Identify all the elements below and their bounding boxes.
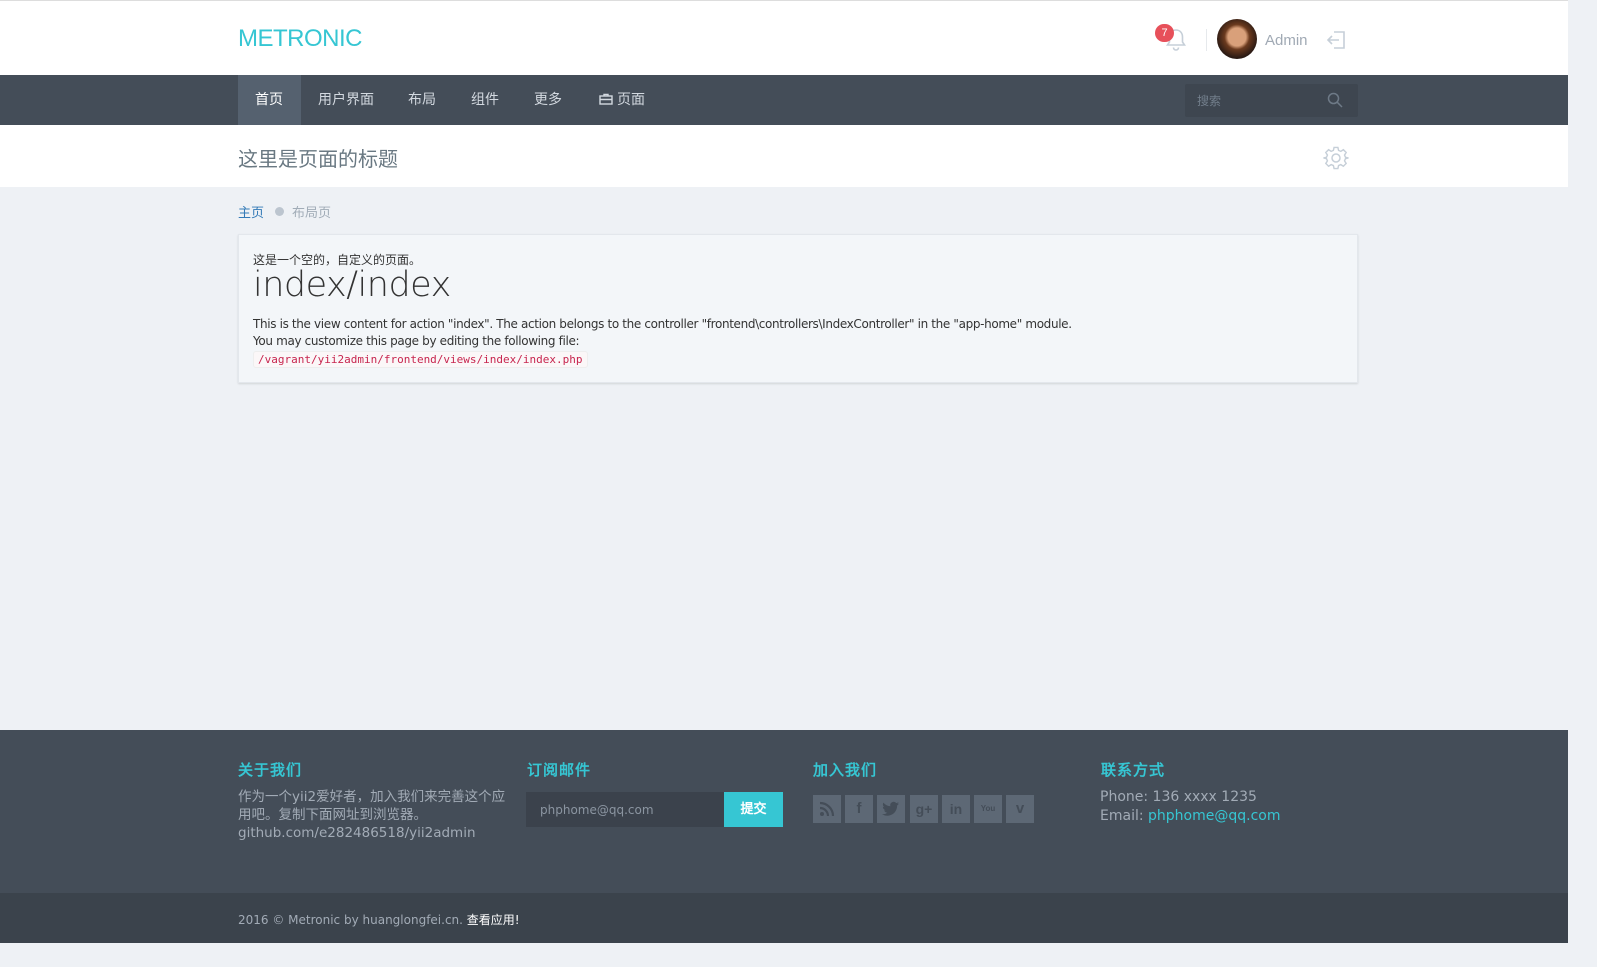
rss-icon[interactable] (813, 795, 841, 823)
nav-item-label: 用户界面 (318, 92, 374, 108)
youtube-icon[interactable]: You (974, 795, 1002, 823)
search-input[interactable] (1185, 84, 1339, 117)
logo[interactable]: METRONIC (238, 25, 363, 53)
gear-icon[interactable] (1323, 145, 1349, 171)
breadcrumb-current: 布局页 (292, 206, 332, 221)
breadcrumb-home[interactable]: 主页 (238, 206, 264, 221)
copyright-bar: 2016 © Metronic by huanglongfei.cn. 查看应用… (0, 893, 1568, 943)
file-path: /vagrant/yii2admin/frontend/views/index/… (253, 351, 588, 368)
page-head: 这里是页面的标题 (0, 125, 1568, 187)
nav-item-home[interactable]: 首页 (238, 75, 301, 125)
user-name[interactable]: Admin (1265, 32, 1308, 49)
facebook-icon[interactable]: f (845, 795, 873, 823)
nav-item-components[interactable]: 组件 (454, 75, 516, 125)
footer-subscribe-title: 订阅邮件 (527, 761, 592, 779)
main-nav: 首页 用户界面 布局 组件 更多 页面 (0, 75, 1568, 125)
footer-contact-title: 联系方式 (1101, 761, 1166, 779)
subscribe-submit-button[interactable]: 提交 (724, 792, 783, 827)
nav-item-layout[interactable]: 布局 (391, 75, 453, 125)
googleplus-icon[interactable]: g+ (910, 795, 938, 823)
notification-badge: 7 (1155, 24, 1174, 42)
nav-item-label: 页面 (617, 92, 645, 108)
footer: 关于我们 作为一个yii2爱好者，加入我们来完善这个应用吧。复制下面网址到浏览器… (0, 730, 1568, 893)
search-icon[interactable] (1327, 92, 1343, 108)
copyright-text: 2016 © Metronic by huanglongfei.cn. 查看应用… (238, 911, 520, 928)
briefcase-icon (599, 93, 613, 105)
nav-item-more[interactable]: 更多 (517, 75, 579, 125)
contact-phone: Phone: 136 xxxx 1235 (1100, 789, 1257, 805)
breadcrumb: 主页 布局页 (238, 202, 331, 221)
about-link[interactable]: github.com/e282486518/yii2admin (238, 825, 476, 841)
divider (1206, 29, 1207, 51)
breadcrumb-separator (275, 207, 285, 216)
nav-item-ui[interactable]: 用户界面 (301, 75, 391, 125)
nav-item-label: 更多 (534, 92, 562, 108)
contact-email-label: Email: (1100, 808, 1149, 824)
top-header: METRONIC 7 Admin (0, 0, 1568, 76)
about-text: 作为一个yii2爱好者，加入我们来完善这个应用吧。复制下面网址到浏览器。 (238, 789, 506, 823)
panel-instruction: You may customize this page by editing t… (253, 334, 580, 348)
footer-about-title: 关于我们 (238, 761, 303, 779)
panel-heading: index/index (253, 265, 451, 305)
vimeo-icon[interactable]: v (1006, 795, 1034, 823)
nav-item-label: 组件 (471, 92, 499, 108)
footer-about-text: 作为一个yii2爱好者，加入我们来完善这个应用吧。复制下面网址到浏览器。 git… (238, 788, 508, 842)
view-app-link[interactable]: 查看应用! (467, 913, 520, 927)
subscribe-email-input[interactable] (526, 792, 724, 827)
logout-icon[interactable] (1326, 29, 1348, 51)
panel-description: This is the view content for action "ind… (253, 317, 1072, 331)
nav-item-label: 首页 (255, 92, 283, 108)
contact-email-link[interactable]: phphome@qq.com (1148, 808, 1280, 824)
twitter-icon[interactable] (877, 795, 905, 823)
footer-contact: Phone: 136 xxxx 1235 Email: phphome@qq.c… (1100, 788, 1280, 826)
copyright-label: 2016 © Metronic by huanglongfei.cn. (238, 913, 467, 927)
footer-join-title: 加入我们 (813, 761, 878, 779)
linkedin-icon[interactable]: in (942, 795, 970, 823)
content-panel: 这是一个空的，自定义的页面。 index/index This is the v… (238, 234, 1358, 383)
avatar[interactable] (1217, 19, 1257, 59)
nav-item-label: 布局 (408, 92, 436, 108)
page-title: 这里是页面的标题 (238, 147, 398, 171)
search-box (1185, 84, 1358, 117)
nav-item-pages[interactable]: 页面 (582, 75, 662, 125)
